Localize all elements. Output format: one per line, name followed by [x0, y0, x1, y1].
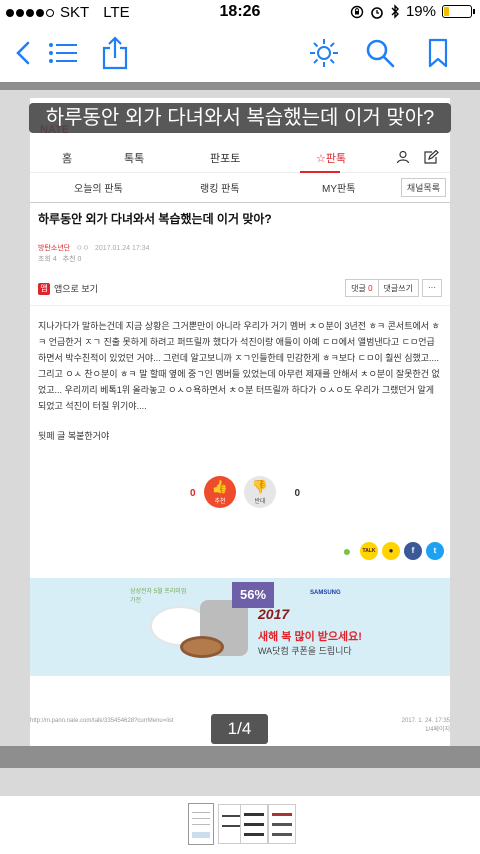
- post-meta: 방탄소년단 ㅇㅇ 2017.01.24 17:34: [38, 243, 150, 253]
- kakaostory-icon[interactable]: ●: [338, 542, 356, 560]
- status-indicators: 19%: [350, 3, 475, 20]
- ad-discount-badge: 56%: [232, 582, 274, 608]
- comment-count: 0: [368, 284, 373, 293]
- vote-down-button[interactable]: 👎 반대: [244, 476, 276, 508]
- ad-samsung-logo: SAMSUNG: [310, 590, 341, 596]
- post-title: 하루동안 외가 다녀와서 복습했는데 이거 맞아?: [38, 212, 272, 226]
- reader-toolbar: [0, 26, 480, 82]
- subnav-divider: [30, 202, 450, 203]
- subnav-today[interactable]: 오늘의 판톡: [74, 180, 123, 195]
- list-icon: [49, 43, 77, 63]
- twitter-icon[interactable]: t: [426, 542, 444, 560]
- thumbnail-strip: [0, 796, 480, 854]
- nav-pantalk-label: 판톡: [325, 153, 347, 165]
- more-button[interactable]: ···: [422, 279, 442, 297]
- app-view-label: 앱으로 보기: [54, 284, 98, 294]
- share-buttons: ● TALK ● f t: [338, 542, 444, 560]
- ad-brand-text: 삼성전자 5월 프리미엄 가전: [130, 589, 187, 604]
- footer-pages: 1/4페이지: [425, 727, 450, 733]
- document-title-overlay: 하루동안 외가 다녀와서 복습했는데 이거 맞아?: [29, 103, 451, 133]
- vote-up-count: 0: [190, 488, 196, 499]
- vote-down-count: 0: [294, 488, 300, 499]
- bluetooth-icon: [391, 4, 399, 19]
- comment-button[interactable]: 댓글 0: [345, 279, 379, 297]
- ad-subline: WA닷컴 쿠폰을 드립니다: [258, 646, 352, 656]
- nate-app-icon: 앱: [38, 282, 50, 295]
- page-thumbnail-4[interactable]: [268, 804, 296, 844]
- search-button[interactable]: [364, 36, 396, 70]
- kakaotalk-icon[interactable]: TALK: [360, 542, 378, 560]
- thumbs-down-icon: 👎: [251, 479, 269, 494]
- post-author-suffix: ㅇㅇ: [76, 245, 90, 252]
- comment-buttons: 댓글 0 댓글쓰기 ···: [345, 279, 442, 297]
- content-divider: [30, 305, 450, 306]
- nav-pantalk[interactable]: ☆판톡: [316, 150, 346, 166]
- alarm-icon: [371, 6, 383, 19]
- post-paragraph: 지나가다가 말하는건데 지금 상황은 그거뿐만이 아니라 우리가 거기 멤버 ㅊ…: [38, 321, 440, 411]
- post-views: 조회 4: [38, 256, 57, 263]
- vote-area: 0 👍 추천 👎 반대 0: [190, 476, 300, 510]
- write-comment-button[interactable]: 댓글쓰기: [378, 279, 419, 297]
- channel-list-button[interactable]: 채널목록: [400, 178, 446, 197]
- ad-banner[interactable]: 삼성전자 5월 프리미엄 가전 56% SAMSUNG 2017 새해 복 많이…: [30, 578, 450, 676]
- post-recommend: 추천 0: [62, 256, 82, 263]
- ad-headline: 새해 복 많이 받으세요!: [258, 631, 362, 643]
- page-footer-info: 2017. 1. 24. 17:35 1/4페이지: [402, 718, 450, 733]
- comment-label: 댓글: [351, 284, 366, 293]
- brightness-button[interactable]: [308, 36, 340, 70]
- post-datetime: 2017.01.24 17:34: [95, 245, 150, 252]
- toolbar-divider: [0, 82, 480, 90]
- page-thumbnail-3[interactable]: [240, 804, 268, 844]
- post-stats: 조회 4 추천 0: [38, 254, 81, 264]
- ad-year: 2017: [258, 606, 290, 622]
- facebook-icon[interactable]: f: [404, 542, 422, 560]
- vote-up-label: 추천: [214, 499, 226, 505]
- page-indicator: 1/4: [211, 714, 268, 744]
- search-icon: [366, 39, 395, 68]
- battery-percent: 19%: [405, 3, 436, 20]
- nav-toktok[interactable]: 톡톡: [124, 150, 144, 166]
- page-url: http://m.pann.nate.com/talk/335454628?cu…: [30, 718, 174, 724]
- rotation-lock-icon: [350, 5, 364, 18]
- nav-pan-photo[interactable]: 판포토: [210, 150, 240, 166]
- page-thumbnail-1[interactable]: [188, 803, 214, 845]
- vote-down-label: 반대: [254, 499, 266, 505]
- sub-nav: 오늘의 판톡 랭킹 판톡 MY판톡 채널목록: [30, 178, 450, 197]
- main-nav: 홈 톡톡 판포토 ☆판톡: [30, 150, 450, 170]
- battery-icon: [442, 5, 475, 18]
- list-button[interactable]: [46, 36, 80, 70]
- status-bar: SKT LTE 18:26 19%: [0, 0, 480, 26]
- share-button[interactable]: [100, 36, 130, 70]
- pdf-page: NATE 홈 톡톡 판포토 ☆판톡 오늘의 판톡 랭킹 판톡 MY판톡 채널목록…: [30, 98, 450, 746]
- page-bottom-bar: [0, 746, 480, 768]
- bookmark-icon: [428, 38, 448, 68]
- subnav-ranking[interactable]: 랭킹 판톡: [200, 180, 240, 195]
- edit-icon[interactable]: [424, 150, 439, 164]
- post-body: 지나가다가 말하는건데 지금 상황은 그거뿐만이 아니라 우리가 거기 멤버 ㅊ…: [38, 318, 442, 458]
- share-icon: [102, 36, 128, 70]
- nav-active-indicator: [300, 171, 340, 173]
- thumbs-up-icon: 👍: [211, 479, 229, 494]
- bookmark-button[interactable]: [424, 36, 452, 70]
- kakao-icon[interactable]: ●: [382, 542, 400, 560]
- nav-home[interactable]: 홈: [62, 150, 72, 166]
- subnav-my[interactable]: MY판톡: [322, 180, 355, 195]
- nav-divider: [30, 172, 450, 173]
- vote-up-button[interactable]: 👍 추천: [204, 476, 236, 508]
- back-button[interactable]: [8, 36, 38, 70]
- post-author[interactable]: 방탄소년단: [38, 245, 70, 252]
- post-paragraph: 뒷페 글 복붙한거야: [38, 431, 110, 441]
- sun-icon: [310, 39, 338, 67]
- app-view-button[interactable]: 앱 앱으로 보기: [38, 282, 98, 295]
- ad-pan-image: [180, 636, 224, 658]
- chevron-left-icon: [16, 41, 30, 65]
- user-icon[interactable]: [396, 150, 410, 164]
- star-icon: ☆: [316, 153, 326, 165]
